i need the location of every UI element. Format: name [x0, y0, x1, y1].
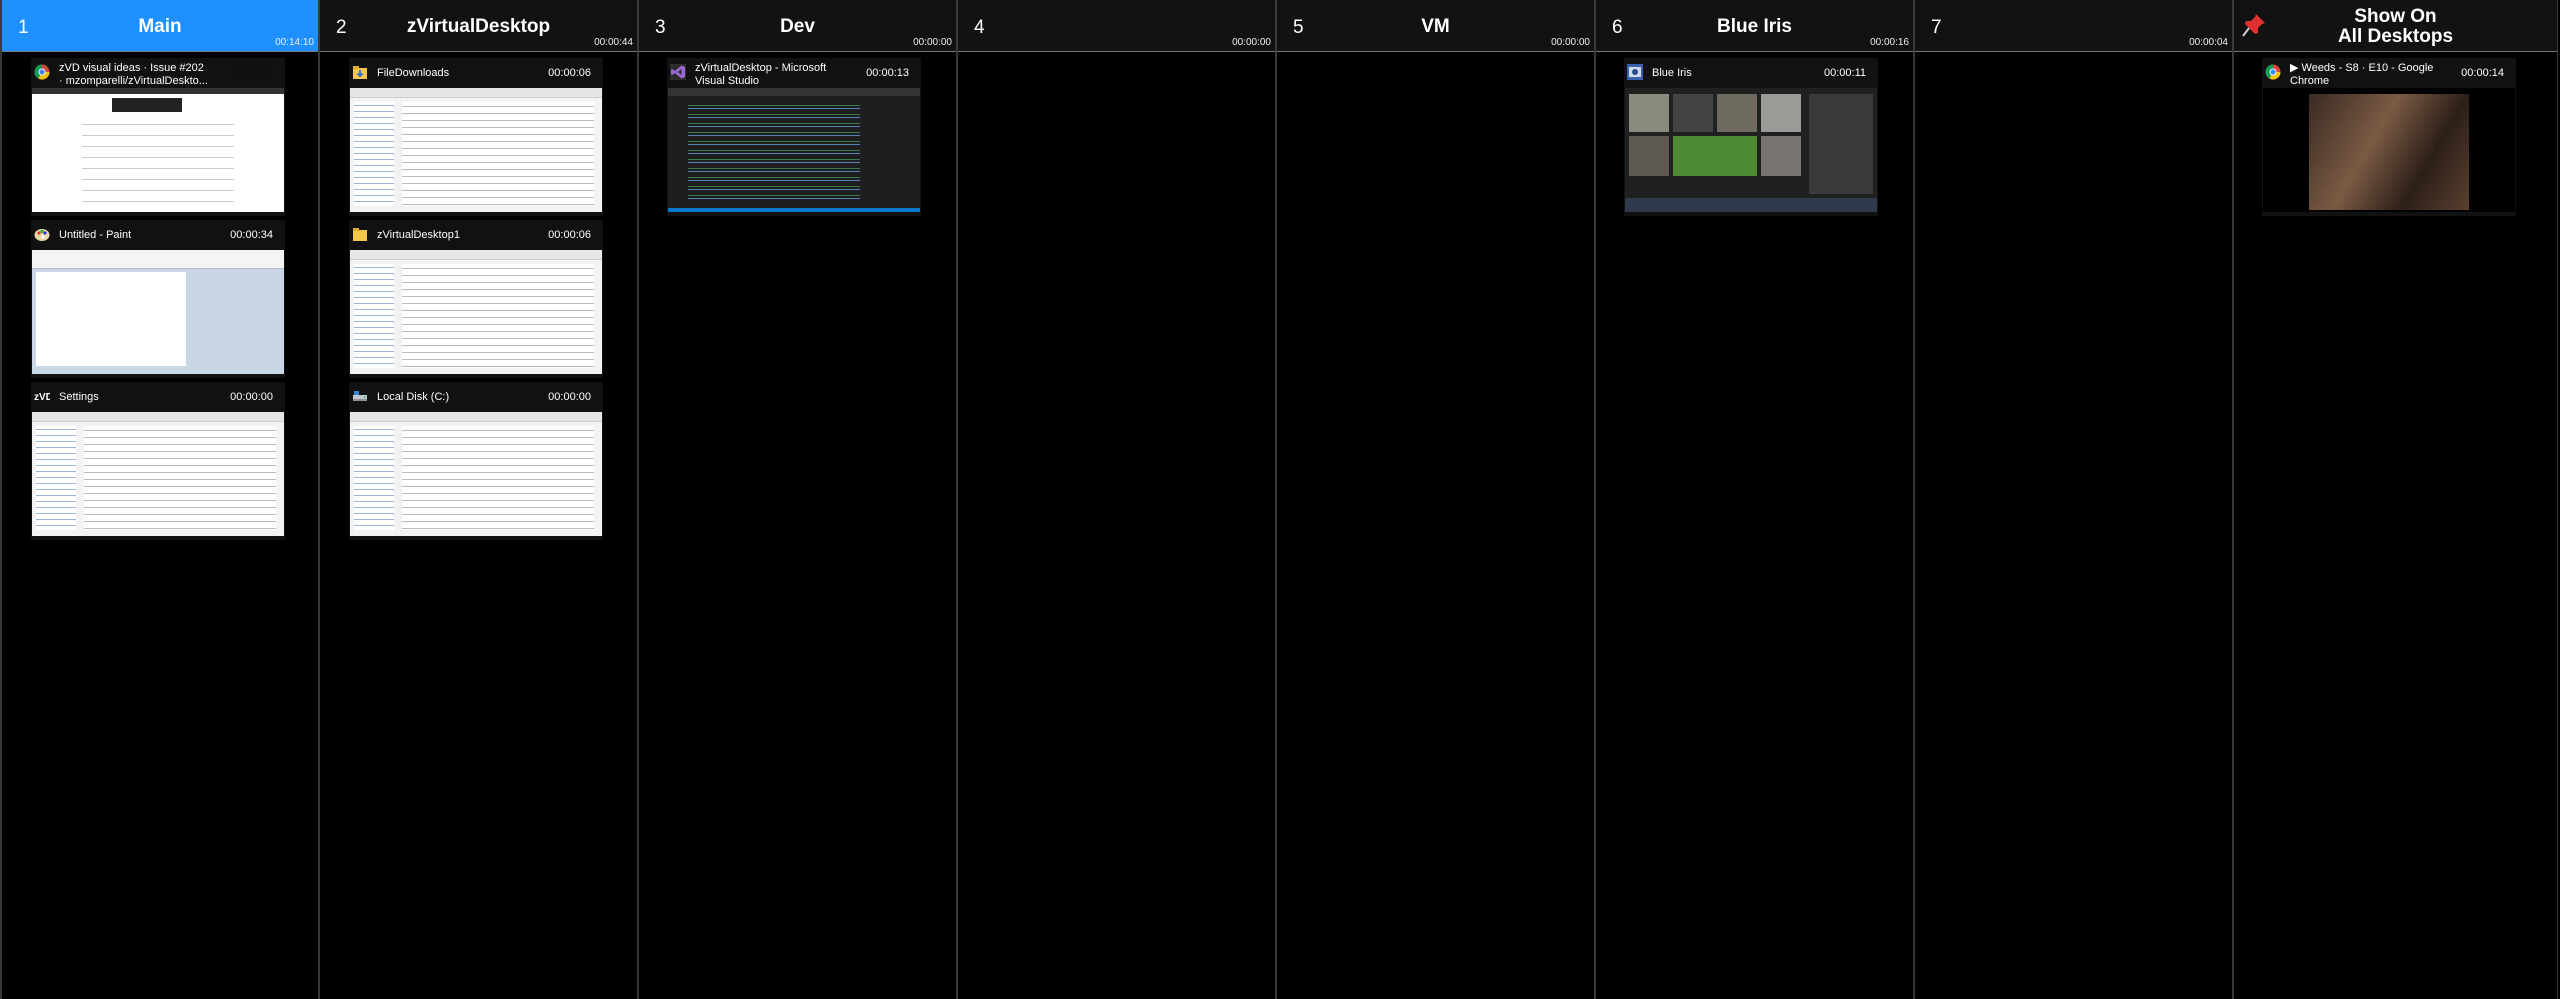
desktop-column-7[interactable]: 7 00:00:04: [1914, 0, 2233, 999]
window-title: Settings: [59, 391, 99, 403]
window-card[interactable]: FileDownloads 00:00:06: [349, 58, 603, 216]
window-title: zVD visual ideas · Issue #202 · mzompare…: [59, 62, 208, 87]
desktop-name: Main: [138, 16, 182, 37]
desktop-header-5[interactable]: 5 VM 00:00:00: [1277, 0, 1594, 52]
desktop-column-6[interactable]: 6 Blue Iris 00:00:16 Blue Iris 00:00:11: [1595, 0, 1914, 999]
window-title: ▶ Weeds - S8 · E10 - Google Chrome: [2290, 62, 2434, 87]
desktop-column-5[interactable]: 5 VM 00:00:00: [1276, 0, 1595, 999]
window-title: Untitled - Paint: [59, 229, 132, 241]
desktop-column-1[interactable]: 1 Main 00:14:10 zVD visual ideas · Issue…: [0, 0, 319, 999]
window-thumbnail: [32, 88, 284, 212]
desktop-board: 1 Main 00:14:10 zVD visual ideas · Issue…: [0, 0, 2560, 999]
window-time: 00:00:34: [230, 229, 273, 241]
desktop-name: Dev: [780, 16, 815, 37]
window-title: zVirtualDesktop - Microsoft Visual Studi…: [695, 62, 827, 87]
window-time: 00:00:51: [230, 67, 273, 79]
window-card[interactable]: Blue Iris 00:00:11: [1624, 58, 1878, 216]
window-card[interactable]: ▶ Weeds - S8 · E10 - Google Chrome 00:00…: [2262, 58, 2516, 216]
window-time: 00:00:13: [866, 67, 909, 79]
window-card[interactable]: zVirtualDesktop1 00:00:06: [349, 220, 603, 378]
window-time: 00:00:06: [548, 229, 591, 241]
window-title-bar: Untitled - Paint 00:00:34: [31, 220, 285, 249]
desktop-column-3[interactable]: 3 Dev 00:00:00 zVirtualDesktop - Microso…: [638, 0, 957, 999]
pinned-column[interactable]: Show On All Desktops ▶ Weeds - S8 · E10 …: [2233, 0, 2558, 999]
desktop-time: 00:14:10: [275, 37, 314, 48]
window-card[interactable]: Local Disk (C:) 00:00:00: [349, 382, 603, 540]
chrome-icon: [2265, 64, 2281, 80]
window-title-bar: zVirtualDesktop - Microsoft Visual Studi…: [667, 58, 921, 87]
desktop-column-2[interactable]: 2 zVirtualDesktop 00:00:44 FileDownloads…: [319, 0, 638, 999]
window-thumbnail: [668, 88, 920, 212]
pinned-title: Show On All Desktops: [2234, 7, 2557, 47]
window-title-bar: zVirtualDesktop1 00:00:06: [349, 220, 603, 249]
desktop-column-4[interactable]: 4 00:00:00: [957, 0, 1276, 999]
window-card[interactable]: Untitled - Paint 00:00:34: [31, 220, 285, 378]
window-time: 00:00:00: [548, 391, 591, 403]
window-time: 00:00:11: [1823, 67, 1866, 79]
window-title-bar: zVD Settings 00:00:00: [31, 382, 285, 411]
desktop-header-2[interactable]: 2 zVirtualDesktop 00:00:44: [320, 0, 637, 52]
folder-icon: [353, 228, 367, 241]
window-thumbnail: [350, 88, 602, 212]
desktop-time: 00:00:00: [913, 37, 952, 48]
window-title-bar: zVD visual ideas · Issue #202 · mzompare…: [31, 58, 285, 87]
window-title: Blue Iris: [1652, 67, 1692, 79]
window-title: zVirtualDesktop1: [377, 229, 460, 241]
window-title: FileDownloads: [377, 67, 450, 79]
pinned-title-line2: All Desktops: [2337, 26, 2454, 47]
desktop-header-3[interactable]: 3 Dev 00:00:00: [639, 0, 956, 52]
window-time: 00:00:14: [2461, 67, 2504, 79]
window-thumbnail: [1625, 88, 1877, 212]
desktop-time: 00:00:16: [1870, 37, 1909, 48]
window-time: 00:00:06: [548, 67, 591, 79]
desktop-time: 00:00:44: [594, 37, 633, 48]
window-thumbnail: [350, 250, 602, 374]
desktop-time: 00:00:00: [1232, 37, 1271, 48]
blue-iris-icon: [1627, 64, 1643, 80]
desktop-name: VM: [1421, 16, 1450, 37]
paint-icon: [34, 229, 50, 241]
window-title-bar: ▶ Weeds - S8 · E10 - Google Chrome 00:00…: [2262, 58, 2516, 87]
pinned-header[interactable]: Show On All Desktops: [2234, 0, 2557, 52]
desktop-header-1[interactable]: 1 Main 00:14:10: [2, 0, 318, 52]
window-thumbnail: [2263, 88, 2515, 212]
window-thumbnail: [350, 412, 602, 536]
svg-text:zVD: zVD: [34, 392, 50, 403]
desktop-time: 00:00:04: [2189, 37, 2228, 48]
folder-download-icon: [353, 66, 367, 79]
zvd-icon: zVD: [34, 392, 50, 403]
window-card[interactable]: zVD Settings 00:00:00: [31, 382, 285, 540]
chrome-icon: [34, 64, 50, 80]
desktop-number: 4: [974, 17, 985, 38]
window-title-bar: Blue Iris 00:00:11: [1624, 58, 1878, 87]
desktop-number: 7: [1931, 17, 1942, 38]
desktop-header-4[interactable]: 4 00:00:00: [958, 0, 1275, 52]
drive-icon: [353, 391, 367, 401]
window-time: 00:00:00: [230, 391, 273, 403]
desktop-time: 00:00:00: [1551, 37, 1590, 48]
window-title-bar: FileDownloads 00:00:06: [349, 58, 603, 87]
visual-studio-icon: [670, 64, 686, 80]
window-title: Local Disk (C:): [377, 391, 450, 403]
window-card[interactable]: zVD visual ideas · Issue #202 · mzompare…: [31, 58, 285, 216]
window-thumbnail: [32, 412, 284, 536]
desktop-name: Blue Iris: [1717, 16, 1792, 37]
window-card[interactable]: zVirtualDesktop - Microsoft Visual Studi…: [667, 58, 921, 216]
desktop-header-6[interactable]: 6 Blue Iris 00:00:16: [1596, 0, 1913, 52]
window-thumbnail: [32, 250, 284, 374]
desktop-header-7[interactable]: 7 00:00:04: [1915, 0, 2232, 52]
window-title-bar: Local Disk (C:) 00:00:00: [349, 382, 603, 411]
desktop-name: zVirtualDesktop: [406, 16, 551, 37]
pinned-title-line1: Show On: [2354, 6, 2437, 27]
